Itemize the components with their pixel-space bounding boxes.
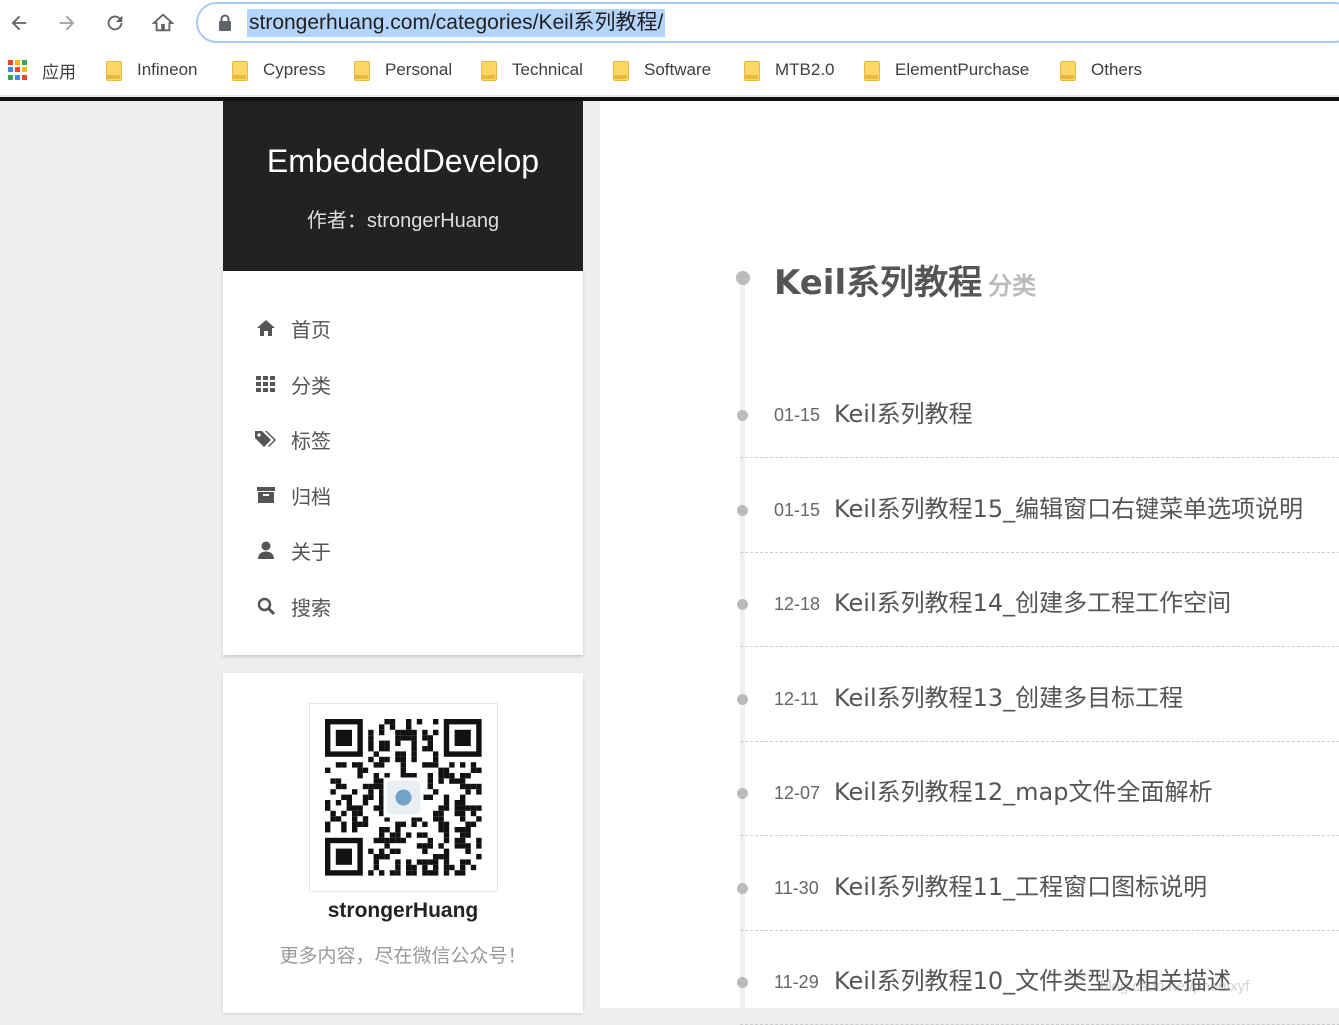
bookmark-label: Software (644, 60, 712, 79)
menu-item-search[interactable]: 搜索 (223, 582, 583, 630)
bookmark-label: Personal (385, 60, 453, 79)
post-title[interactable]: Keil系列教程11_工程窗口图标说明 (834, 871, 1207, 903)
timeline-dot (737, 505, 748, 516)
post-item[interactable]: 12-18 Keil系列教程14_创建多工程工作空间 (737, 587, 1339, 647)
address-bar[interactable]: strongerhuang.com/categories/Keil系列教程/ (196, 2, 1339, 43)
timeline-dot (737, 694, 748, 705)
apps-shortcut[interactable]: 应用 (8, 56, 76, 84)
category-title: Keil系列教程 分类 (774, 255, 1036, 304)
bookmark-others[interactable]: Others (1059, 56, 1142, 84)
post-item[interactable]: 11-30 Keil系列教程11_工程窗口图标说明 (737, 871, 1339, 931)
menu-label: 搜索 (291, 595, 331, 620)
timeline-dot (736, 271, 750, 285)
back-arrow-icon (11, 15, 27, 31)
post-date: 12-18 (774, 594, 821, 614)
bookmarks-bar: 应用 Infineon Cypress Personal Technical S… (0, 46, 1339, 96)
post-date: 01-15 (774, 500, 821, 520)
timeline-dot (737, 883, 748, 894)
site-title[interactable]: EmbeddedDevelop (223, 139, 583, 183)
bookmark-label: ElementPurchase (895, 60, 1030, 79)
qr-description: 更多内容，尽在微信公众号！ (279, 945, 527, 967)
bookmark-label: Others (1091, 60, 1143, 79)
search-icon (255, 595, 277, 617)
post-title[interactable]: Keil系列教程 (834, 398, 973, 430)
grid-icon (255, 373, 277, 395)
bookmark-elementpurchase[interactable]: ElementPurchase (863, 56, 1029, 84)
forward-button[interactable] (50, 6, 84, 40)
bookmark-infineon[interactable]: Infineon (105, 56, 198, 84)
menu-label: 归档 (291, 484, 331, 509)
category-suffix: 分类 (988, 272, 1037, 300)
lock-icon (219, 14, 231, 31)
bookmark-label: Technical (512, 60, 583, 79)
folder-icon (105, 60, 123, 81)
bookmark-label: Cypress (263, 60, 326, 79)
browser-toolbar: strongerhuang.com/categories/Keil系列教程/ (0, 0, 1339, 46)
menu-item-home[interactable]: 首页 (223, 304, 583, 352)
watermark: blog.csdn.net/phenixyf (1100, 978, 1250, 995)
qr-account-name: strongerHuang (327, 899, 479, 922)
wechat-qr-card: strongerHuang 更多内容，尽在微信公众号！ (223, 673, 583, 1013)
folder-icon (1059, 60, 1077, 81)
post-item[interactable]: 12-11 Keil系列教程13_创建多目标工程 (737, 682, 1339, 742)
folder-icon (612, 60, 630, 81)
reload-icon (107, 15, 123, 31)
bookmark-software[interactable]: Software (612, 56, 711, 84)
folder-icon (353, 60, 371, 81)
timeline-dot (737, 410, 748, 421)
user-icon (255, 539, 277, 561)
bookmark-personal[interactable]: Personal (353, 56, 452, 84)
menu-label: 关于 (291, 539, 331, 564)
folder-icon (863, 60, 881, 81)
url-text[interactable]: strongerhuang.com/categories/Keil系列教程/ (247, 9, 666, 37)
bookmark-label: Infineon (137, 60, 198, 79)
bookmark-label: MTB2.0 (775, 60, 835, 79)
menu-item-about[interactable]: 关于 (223, 526, 583, 574)
post-item[interactable]: 01-15 Keil系列教程 (737, 398, 1339, 458)
apps-label: 应用 (42, 62, 76, 82)
menu-item-archives[interactable]: 归档 (223, 471, 583, 519)
tags-icon (255, 428, 277, 450)
post-title[interactable]: Keil系列教程14_创建多工程工作空间 (834, 587, 1231, 619)
bookmark-mtb20[interactable]: MTB2.0 (743, 56, 835, 84)
timeline-dot (737, 599, 748, 610)
site-nav-menu: 首页 分类 标签 归档 关于 搜索 (223, 271, 583, 655)
post-date: 11-30 (774, 878, 819, 898)
post-date: 12-11 (774, 689, 819, 709)
menu-label: 首页 (291, 317, 331, 342)
category-name: Keil系列教程 (774, 263, 983, 303)
post-title[interactable]: Keil系列教程15_编辑窗口右键菜单选项说明 (834, 493, 1303, 525)
forward-arrow-icon (59, 15, 75, 31)
home-button[interactable] (146, 6, 180, 40)
post-date: 12-07 (774, 783, 821, 803)
post-title[interactable]: Keil系列教程13_创建多目标工程 (834, 682, 1183, 714)
menu-label: 标签 (291, 428, 331, 453)
home-icon (152, 13, 174, 32)
archive-icon (255, 484, 277, 506)
home-icon (255, 317, 277, 339)
post-date: 11-29 (774, 972, 819, 992)
site-brand: EmbeddedDevelop 作者：strongerHuang (223, 101, 583, 271)
folder-icon (231, 60, 249, 81)
post-item[interactable]: 12-07 Keil系列教程12_map文件全面解析 (737, 776, 1339, 836)
qr-code-image (309, 703, 498, 892)
post-date: 01-15 (774, 405, 821, 425)
back-button[interactable] (2, 6, 36, 40)
post-item[interactable]: 01-15 Keil系列教程15_编辑窗口右键菜单选项说明 (737, 493, 1339, 553)
post-title[interactable]: Keil系列教程12_map文件全面解析 (834, 776, 1213, 808)
apps-grid-icon (8, 60, 28, 80)
reload-button[interactable] (98, 6, 132, 40)
menu-item-tags[interactable]: 标签 (223, 415, 583, 463)
site-author: 作者：strongerHuang (306, 210, 500, 232)
timeline-dot (737, 977, 748, 988)
menu-label: 分类 (291, 373, 331, 398)
folder-icon (480, 60, 498, 81)
timeline-dot (737, 788, 748, 799)
bookmark-cypress[interactable]: Cypress (231, 56, 325, 84)
bookmark-technical[interactable]: Technical (480, 56, 583, 84)
folder-icon (743, 60, 761, 81)
main-content: Keil系列教程 分类 01-15 Keil系列教程 01-15 Keil系列教程… (600, 101, 1339, 1025)
menu-item-categories[interactable]: 分类 (223, 360, 583, 408)
post-item[interactable]: 11-29 Keil系列教程10_文件类型及相关描述 (737, 965, 1339, 1025)
